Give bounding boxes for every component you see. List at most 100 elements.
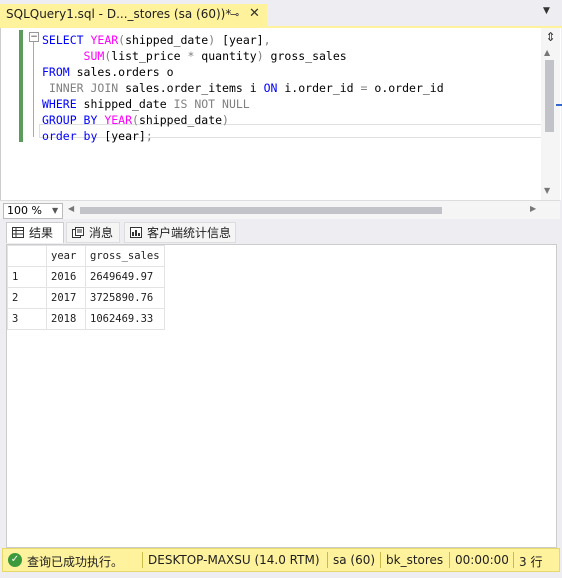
editor-zoom-bar: 100 % ▼ ◀ ▶ bbox=[0, 200, 560, 219]
status-server: DESKTOP-MAXSU (14.0 RTM) bbox=[148, 553, 320, 567]
caret-position-marker bbox=[556, 104, 562, 106]
tab-results[interactable]: 结果 bbox=[6, 222, 64, 243]
tab-client-statistics[interactable]: 客户端统计信息 bbox=[124, 222, 236, 243]
code-line[interactable]: INNER JOIN sales.order_items i ON i.orde… bbox=[42, 80, 444, 96]
split-window-icon[interactable]: ⇕ bbox=[543, 30, 558, 44]
outline-line bbox=[33, 42, 34, 137]
row-number[interactable]: 2 bbox=[7, 287, 47, 309]
status-row-count: 3 行 bbox=[519, 555, 543, 569]
grid-corner-header[interactable] bbox=[7, 245, 47, 267]
scroll-right-icon[interactable]: ▶ bbox=[530, 204, 536, 213]
cell-gross-sales[interactable]: 1062469.33 bbox=[85, 308, 165, 330]
table-row[interactable]: 1 2016 2649649.97 bbox=[7, 266, 165, 288]
close-icon[interactable]: ✕ bbox=[249, 6, 260, 21]
zoom-value: 100 % bbox=[7, 204, 42, 217]
scroll-down-icon[interactable]: ▼ bbox=[544, 186, 550, 195]
tab-messages-label: 消息 bbox=[89, 226, 114, 240]
code-token: list_price bbox=[111, 49, 188, 63]
code-line[interactable]: GROUP BY YEAR(shipped_date) bbox=[42, 112, 229, 128]
tab-list-dropdown-icon[interactable]: ▼ bbox=[543, 6, 550, 16]
tab-results-label: 结果 bbox=[29, 226, 54, 240]
cell-year[interactable]: 2017 bbox=[46, 287, 86, 309]
code-line[interactable]: FROM sales.orders o bbox=[42, 64, 174, 80]
code-token: IS NOT NULL bbox=[173, 97, 250, 111]
collapse-toggle-icon[interactable]: − bbox=[29, 32, 39, 42]
status-separator bbox=[513, 552, 514, 568]
code-token: o.order_id bbox=[367, 81, 444, 95]
code-token: shipped_date bbox=[138, 113, 223, 127]
column-header-gross-sales[interactable]: gross_sales bbox=[85, 245, 165, 267]
code-line[interactable]: order by [year]; bbox=[42, 128, 153, 144]
code-token: ( bbox=[132, 113, 139, 127]
results-grid-panel: year gross_sales 1 2016 2649649.97 2 201… bbox=[6, 244, 557, 548]
code-token: shipped_date bbox=[83, 97, 174, 111]
code-token: [year] bbox=[104, 129, 146, 143]
status-database: bk_stores bbox=[386, 553, 444, 567]
code-token: [year] bbox=[215, 33, 264, 47]
pin-icon[interactable]: ⊸ bbox=[230, 8, 239, 21]
row-number[interactable]: 1 bbox=[7, 266, 47, 288]
code-line[interactable]: WHERE shipped_date IS NOT NULL bbox=[42, 96, 250, 112]
success-check-icon: ✓ bbox=[8, 553, 22, 567]
code-token: gross_sales bbox=[263, 49, 347, 63]
status-separator bbox=[449, 552, 450, 568]
status-separator bbox=[380, 552, 381, 568]
chevron-down-icon: ▼ bbox=[52, 206, 59, 215]
code-token: YEAR bbox=[104, 113, 133, 127]
status-separator bbox=[327, 552, 328, 568]
document-tab-title: SQLQuery1.sql - D..._stores (sa (60))* bbox=[6, 7, 232, 21]
status-elapsed-time: 00:00:00 bbox=[455, 553, 509, 567]
status-bar: ✓ 查询已成功执行。 DESKTOP-MAXSU (14.0 RTM) sa (… bbox=[2, 548, 560, 572]
column-header-year[interactable]: year bbox=[46, 245, 86, 267]
zoom-select[interactable]: 100 % ▼ bbox=[3, 203, 63, 219]
row-number[interactable]: 3 bbox=[7, 308, 47, 330]
code-token: ) bbox=[222, 113, 229, 127]
code-token: INNER JOIN bbox=[48, 81, 126, 95]
sql-editor[interactable]: − SELECT YEAR(shipped_date) [year], SUM(… bbox=[0, 28, 561, 200]
code-token: YEAR bbox=[90, 33, 119, 47]
code-token: ON bbox=[263, 81, 285, 95]
statistics-icon bbox=[130, 227, 142, 238]
code-token: GROUP BY bbox=[42, 113, 105, 127]
code-token: ; bbox=[145, 129, 153, 143]
cell-gross-sales[interactable]: 3725890.76 bbox=[85, 287, 165, 309]
code-token: ) bbox=[256, 49, 264, 63]
code-token: shipped_date bbox=[125, 33, 209, 47]
document-tab-strip: SQLQuery1.sql - D..._stores (sa (60))* ⊸… bbox=[0, 0, 562, 26]
code-token: SELECT bbox=[42, 33, 91, 47]
cell-gross-sales[interactable]: 2649649.97 bbox=[85, 266, 165, 288]
tab-client-statistics-label: 客户端统计信息 bbox=[147, 226, 232, 240]
code-token: FROM bbox=[42, 65, 77, 79]
change-tracking-bar bbox=[19, 30, 23, 142]
grid-icon bbox=[12, 227, 24, 238]
horizontal-scroll-thumb[interactable] bbox=[80, 207, 442, 214]
code-token: SUM bbox=[48, 49, 105, 63]
scroll-left-icon[interactable]: ◀ bbox=[68, 204, 74, 213]
code-token: i.order_id bbox=[284, 81, 361, 95]
cell-year[interactable]: 2016 bbox=[46, 266, 86, 288]
code-line[interactable]: SELECT YEAR(shipped_date) [year], bbox=[42, 32, 271, 48]
table-row[interactable]: 2 2017 3725890.76 bbox=[7, 287, 165, 309]
code-token: sales.orders o bbox=[76, 65, 174, 79]
code-token: sales.order_items i bbox=[125, 81, 264, 95]
results-grid: year gross_sales 1 2016 2649649.97 2 201… bbox=[7, 245, 165, 330]
status-message: 查询已成功执行。 bbox=[27, 555, 124, 569]
code-token: order by bbox=[42, 129, 105, 143]
vertical-scroll-thumb[interactable] bbox=[545, 60, 554, 132]
cell-year[interactable]: 2018 bbox=[46, 308, 86, 330]
grid-header-row: year gross_sales bbox=[7, 245, 165, 267]
messages-icon bbox=[72, 227, 84, 238]
table-row[interactable]: 3 2018 1062469.33 bbox=[7, 308, 165, 330]
document-tab[interactable]: SQLQuery1.sql - D..._stores (sa (60))* ⊸… bbox=[0, 4, 267, 26]
code-line[interactable]: SUM(list_price * quantity) gross_sales bbox=[42, 48, 347, 64]
status-user: sa (60) bbox=[333, 553, 376, 567]
tab-messages[interactable]: 消息 bbox=[66, 222, 120, 243]
code-token: , bbox=[263, 33, 271, 47]
status-separator bbox=[142, 552, 143, 568]
code-token: quantity bbox=[194, 49, 257, 63]
code-token: WHERE bbox=[42, 97, 84, 111]
scroll-up-icon[interactable]: ▲ bbox=[544, 48, 550, 57]
results-tab-strip: 结果 消息 客户端统计信息 bbox=[0, 220, 562, 244]
